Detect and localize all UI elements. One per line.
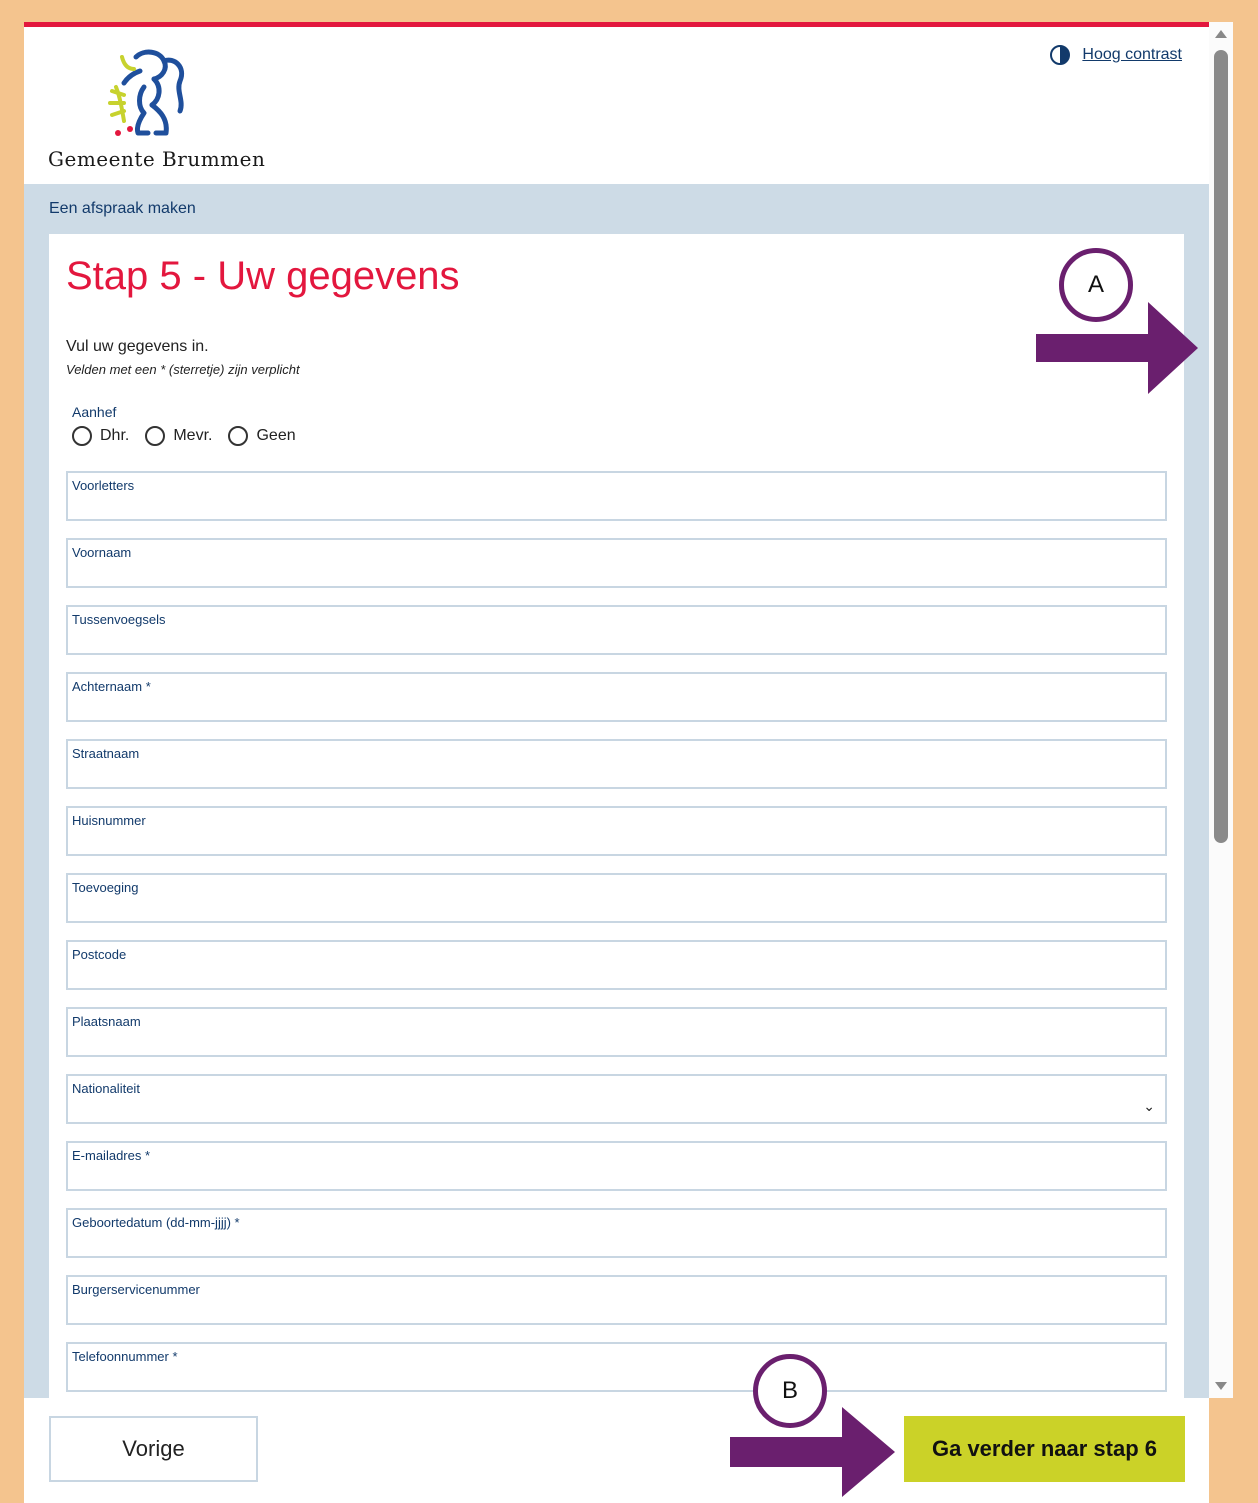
logo-text: Gemeente Brummen [48, 147, 266, 171]
annotation-arrow-right-icon [1036, 302, 1198, 394]
field-label: Geboortedatum (dd-mm-jjjj) * [72, 1215, 240, 1230]
scrollbar-thumb[interactable] [1214, 50, 1228, 843]
radio-circle-icon[interactable] [72, 426, 92, 446]
form-footer: Vorige Ga verder naar stap 6 [24, 1398, 1209, 1503]
content-band: Een afspraak maken Stap 5 - Uw gegevens … [24, 184, 1209, 1398]
chevron-down-icon[interactable]: ⌄ [1143, 1098, 1155, 1115]
field-label: Voornaam [72, 545, 132, 560]
field-label: Telefoonnummer * [72, 1349, 178, 1364]
voornaam-field[interactable]: Voornaam [66, 538, 1167, 588]
radio-dhr[interactable]: Dhr. [72, 426, 129, 446]
field-label: Tussenvoegsels [72, 612, 166, 627]
field-label: Postcode [72, 947, 127, 962]
page-title: Stap 5 - Uw gegevens [66, 254, 460, 298]
breadcrumb[interactable]: Een afspraak maken [49, 200, 196, 218]
plaatsnaam-field[interactable]: Plaatsnaam [66, 1007, 1167, 1057]
scroll-up-icon[interactable] [1215, 30, 1227, 38]
field-label: Nationaliteit [72, 1081, 140, 1096]
tussenvoegsels-field[interactable]: Tussenvoegsels [66, 605, 1167, 655]
radio-label: Mevr. [173, 427, 213, 444]
birthdate-field[interactable]: Geboortedatum (dd-mm-jjjj) * [66, 1208, 1167, 1258]
aanhef-label: Aanhef [72, 404, 117, 420]
nationaliteit-select[interactable]: Nationaliteit ⌄ [66, 1074, 1167, 1124]
next-step-button[interactable]: Ga verder naar stap 6 [904, 1416, 1185, 1482]
field-label: Burgerservicenummer [72, 1282, 200, 1297]
radio-geen[interactable]: Geen [228, 426, 296, 446]
phone-field[interactable]: Telefoonnummer * [66, 1342, 1167, 1392]
straatnaam-field[interactable]: Straatnaam [66, 739, 1167, 789]
huisnummer-field[interactable]: Huisnummer [66, 806, 1167, 856]
email-field[interactable]: E-mailadres * [66, 1141, 1167, 1191]
contrast-icon [1050, 45, 1071, 65]
radio-mevr[interactable]: Mevr. [145, 426, 212, 446]
vertical-scrollbar[interactable] [1209, 22, 1233, 1398]
scroll-down-icon[interactable] [1215, 1382, 1227, 1390]
voorletters-field[interactable]: Voorletters [66, 471, 1167, 521]
field-label: E-mailadres * [72, 1148, 151, 1163]
annotation-arrow-right-icon [730, 1407, 895, 1497]
postcode-field[interactable]: Postcode [66, 940, 1167, 990]
radio-circle-icon[interactable] [228, 426, 249, 446]
high-contrast-toggle[interactable]: Hoog contrast [1050, 45, 1182, 65]
form-card: Stap 5 - Uw gegevens Vul uw gegevens in.… [49, 234, 1184, 1398]
previous-button[interactable]: Vorige [49, 1416, 258, 1482]
field-label: Voorletters [72, 478, 135, 493]
browser-viewport: Gemeente Brummen Hoog contrast Een afspr… [24, 22, 1209, 1398]
field-label: Straatnaam [72, 746, 140, 761]
form-intro: Vul uw gegevens in. [66, 338, 209, 355]
high-contrast-link[interactable]: Hoog contrast [1082, 46, 1182, 64]
field-label: Achternaam * [72, 679, 151, 694]
radio-label: Dhr. [100, 427, 130, 444]
bsn-field[interactable]: Burgerservicenummer [66, 1275, 1167, 1325]
field-label: Plaatsnaam [72, 1014, 141, 1029]
field-label: Huisnummer [72, 813, 146, 828]
aanhef-radio-group: Dhr. Mevr. Geen [72, 426, 296, 446]
site-header: Gemeente Brummen Hoog contrast [24, 27, 1209, 184]
required-note: Velden met een * (sterretje) zijn verpli… [66, 362, 300, 377]
radio-label: Geen [256, 427, 296, 444]
field-label: Toevoeging [72, 880, 139, 895]
toevoeging-field[interactable]: Toevoeging [66, 873, 1167, 923]
lion-logo-icon[interactable] [94, 47, 194, 143]
radio-circle-icon[interactable] [145, 426, 166, 446]
achternaam-field[interactable]: Achternaam * [66, 672, 1167, 722]
